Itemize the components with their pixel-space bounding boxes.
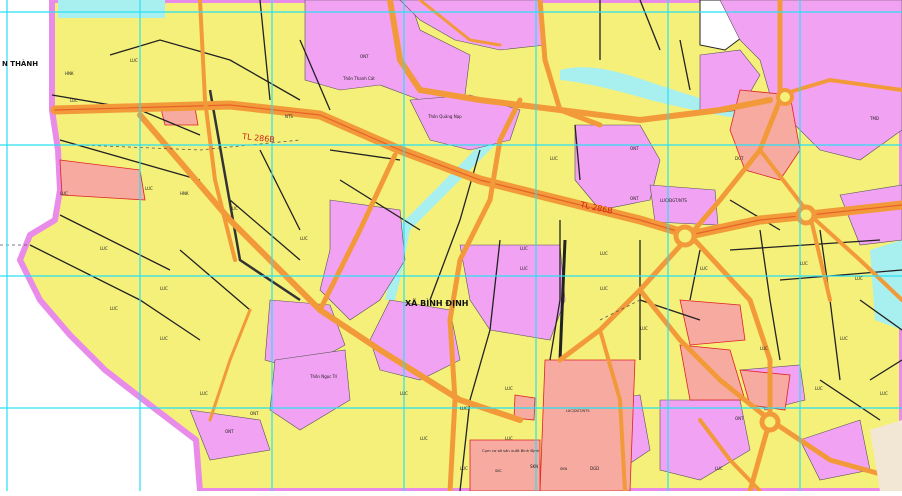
code-label: TMD [869,116,879,121]
code-label: LUC [100,246,108,251]
industrial-area-label: Cụm cơ sở sản xuất Bình Định [482,448,540,453]
code-label: LUC [880,391,888,396]
code-label: LUC [160,336,168,341]
code-label: ONT [630,196,639,201]
code-label: ONT [225,429,234,434]
code-label: LUC [145,186,153,191]
code-label: LUC [460,406,468,411]
code-label: ONT [630,146,639,151]
code-label: LUC [130,58,138,63]
area-label-lucdgt: LUC/DGT/NTS [566,409,590,413]
code-label: LUC [300,236,308,241]
code-label: LUC [640,326,648,331]
code-label: HNK [65,71,74,76]
code-label: LUC [700,266,708,271]
code-label: LUC [420,436,428,441]
code-label: NTS [285,114,293,119]
code-label: ONT [250,411,259,416]
code-label: LUC [520,246,528,251]
roundabout-north [776,88,794,106]
roundabout-south [759,411,781,433]
code-label: LUC [800,261,808,266]
code-label: LUC [160,286,168,291]
code-label: SKN [530,464,538,469]
code-label: LUC [600,251,608,256]
code-label: LUC [505,436,513,441]
lake-top-left [58,0,165,18]
code-label: LUC [505,386,513,391]
code-label: LUC [600,286,608,291]
code-label: DGT [735,156,744,161]
code-label: LUC/ĐGT/NTS [660,198,687,203]
code-label: LUC [60,191,68,196]
code-label: DGD [590,466,599,471]
code-label: LUC [760,346,768,351]
neighbor-commune-label: N THÀNH [2,59,38,68]
code-label: LUC [815,386,823,391]
code-label: LUC [200,391,208,396]
code-label: LUC [520,266,528,271]
code-label: LUC [840,336,848,341]
code-label: HNK [180,191,189,196]
hamlet-label-1: Thôn Thanh Cát [342,76,375,81]
roundabout-west [673,224,697,248]
area-label-skn: SKN [560,467,568,471]
code-label: LUC [230,206,238,211]
area-label-skc: SKC [495,469,502,473]
hamlet-label-2: Thôn Quảng Nạp [427,114,462,119]
code-label: LUC [715,466,723,471]
code-label: LUC [550,156,558,161]
code-label: ONT [360,54,369,59]
code-label: LUC [855,276,863,281]
code-label: LUC [400,391,408,396]
code-label: LUC [460,466,468,471]
land-use-map[interactable]: XÃ BÌNH ĐỊNH N THÀNH TL 286B TL 286B Thô… [0,0,902,494]
hamlet-label-3: Thôn Ngọc Trì [309,374,337,379]
code-label: LUC [110,306,118,311]
map-canvas: XÃ BÌNH ĐỊNH N THÀNH TL 286B TL 286B Thô… [0,0,902,494]
code-label: LUC [70,98,78,103]
commune-name-label: XÃ BÌNH ĐỊNH [405,297,468,308]
code-label: ONT [735,416,744,421]
